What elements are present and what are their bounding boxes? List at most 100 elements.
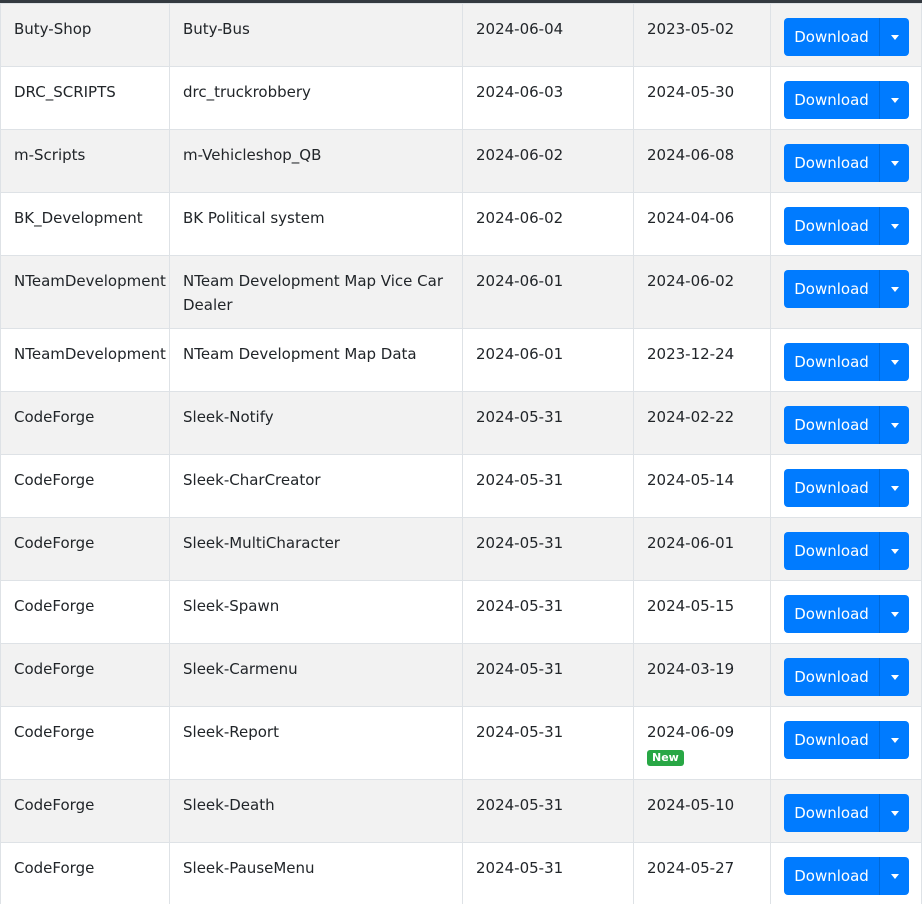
date-updated: 2024-05-14 <box>647 471 735 489</box>
date-updated: 2023-12-24 <box>647 345 735 363</box>
download-dropdown-toggle[interactable] <box>879 658 909 696</box>
script-name-cell: drc_truckrobbery <box>169 66 463 130</box>
script-name: Sleek-Carmenu <box>183 660 298 678</box>
date-added-cell: 2024-05-31 <box>462 391 634 455</box>
download-dropdown-toggle[interactable] <box>879 81 909 119</box>
date-updated-cell: 2024-05-10 <box>633 779 771 843</box>
download-button[interactable]: Download <box>784 406 879 444</box>
table-row: NTeamDevelopment NTeam Development Map Da… <box>0 328 922 392</box>
caret-down-icon <box>890 286 899 292</box>
script-name: Sleek-Spawn <box>183 597 280 615</box>
author-cell: m-Scripts <box>0 129 170 193</box>
author-cell: CodeForge <box>0 706 170 780</box>
download-dropdown-toggle[interactable] <box>879 469 909 507</box>
date-updated: 2024-05-27 <box>647 859 735 877</box>
date-added-cell: 2024-06-02 <box>462 129 634 193</box>
download-button-group: Download <box>784 343 909 381</box>
download-button[interactable]: Download <box>784 81 879 119</box>
script-name: Buty-Bus <box>183 20 250 38</box>
download-button[interactable]: Download <box>784 794 879 832</box>
download-dropdown-toggle[interactable] <box>879 857 909 895</box>
date-updated-cell: 2023-05-02 <box>633 3 771 67</box>
date-updated: 2024-06-01 <box>647 534 735 552</box>
scripts-table: Buty-Shop Buty-Bus 2024-06-04 2023-05-02 Dow… <box>0 3 922 904</box>
date-added-cell: 2024-05-31 <box>462 779 634 843</box>
author-name: m-Scripts <box>14 146 86 164</box>
author-name: CodeForge <box>14 660 95 678</box>
date-added-cell: 2024-05-31 <box>462 706 634 780</box>
script-name-cell: NTeam Development Map Vice Car Dealer <box>169 255 463 329</box>
download-button[interactable]: Download <box>784 343 879 381</box>
download-button[interactable]: Download <box>784 270 879 308</box>
table-row: DRC_SCRIPTS drc_truckrobbery 2024-06-03 202… <box>0 66 922 130</box>
date-added: 2024-06-02 <box>476 209 564 227</box>
author-cell: CodeForge <box>0 454 170 518</box>
download-dropdown-toggle[interactable] <box>879 270 909 308</box>
download-button[interactable]: Download <box>784 144 879 182</box>
download-button[interactable]: Download <box>784 857 879 895</box>
date-added-cell: 2024-06-01 <box>462 328 634 392</box>
author-cell: NTeamDevelopment <box>0 255 170 329</box>
download-dropdown-toggle[interactable] <box>879 595 909 633</box>
author-cell: CodeForge <box>0 779 170 843</box>
author-name: Buty-Shop <box>14 20 92 38</box>
download-dropdown-toggle[interactable] <box>879 207 909 245</box>
script-name: Sleek-Death <box>183 796 275 814</box>
date-updated: 2024-02-22 <box>647 408 735 426</box>
download-button-group: Download <box>784 81 909 119</box>
download-button-group: Download <box>784 207 909 245</box>
scripts-table-body: Buty-Shop Buty-Bus 2024-06-04 2023-05-02 Dow… <box>0 3 922 904</box>
caret-down-icon <box>890 359 899 365</box>
download-button-group: Download <box>784 18 909 56</box>
download-dropdown-toggle[interactable] <box>879 18 909 56</box>
date-added-cell: 2024-05-31 <box>462 580 634 644</box>
table-row: BK_Development BK Political system 2024-06… <box>0 192 922 256</box>
download-button[interactable]: Download <box>784 595 879 633</box>
download-button[interactable]: Download <box>784 532 879 570</box>
author-cell: CodeForge <box>0 517 170 581</box>
download-cell: Download <box>770 66 922 130</box>
author-cell: CodeForge <box>0 643 170 707</box>
date-updated: 2024-04-06 <box>647 209 735 227</box>
date-updated-cell: 2023-12-24 <box>633 328 771 392</box>
download-dropdown-toggle[interactable] <box>879 144 909 182</box>
date-updated-cell: 2024-05-27 <box>633 842 771 904</box>
date-added: 2024-05-31 <box>476 534 564 552</box>
download-dropdown-toggle[interactable] <box>879 532 909 570</box>
download-cell: Download <box>770 391 922 455</box>
download-button-group: Download <box>784 658 909 696</box>
download-cell: Download <box>770 192 922 256</box>
download-button[interactable]: Download <box>784 721 879 759</box>
script-name: Sleek-PauseMenu <box>183 859 315 877</box>
author-cell: CodeForge <box>0 391 170 455</box>
download-button-group: Download <box>784 595 909 633</box>
date-added: 2024-05-31 <box>476 597 564 615</box>
download-button[interactable]: Download <box>784 18 879 56</box>
download-dropdown-toggle[interactable] <box>879 406 909 444</box>
date-updated-cell: 2024-05-15 <box>633 580 771 644</box>
download-cell: Download <box>770 255 922 329</box>
date-added: 2024-05-31 <box>476 796 564 814</box>
caret-down-icon <box>890 223 899 229</box>
script-name-cell: Sleek-MultiCharacter <box>169 517 463 581</box>
download-cell: Download <box>770 580 922 644</box>
date-updated: 2024-06-08 <box>647 146 735 164</box>
download-cell: Download <box>770 842 922 904</box>
author-cell: CodeForge <box>0 842 170 904</box>
download-button-group: Download <box>784 406 909 444</box>
download-dropdown-toggle[interactable] <box>879 721 909 759</box>
download-button[interactable]: Download <box>784 469 879 507</box>
download-dropdown-toggle[interactable] <box>879 794 909 832</box>
download-dropdown-toggle[interactable] <box>879 343 909 381</box>
download-cell: Download <box>770 643 922 707</box>
date-updated: 2023-05-02 <box>647 20 735 38</box>
table-row: Buty-Shop Buty-Bus 2024-06-04 2023-05-02 Dow… <box>0 3 922 67</box>
download-button[interactable]: Download <box>784 207 879 245</box>
caret-down-icon <box>890 611 899 617</box>
caret-down-icon <box>890 485 899 491</box>
download-button-group: Download <box>784 857 909 895</box>
author-name: CodeForge <box>14 534 95 552</box>
author-name: CodeForge <box>14 723 95 741</box>
download-button[interactable]: Download <box>784 658 879 696</box>
date-updated-cell: 2024-05-14 <box>633 454 771 518</box>
